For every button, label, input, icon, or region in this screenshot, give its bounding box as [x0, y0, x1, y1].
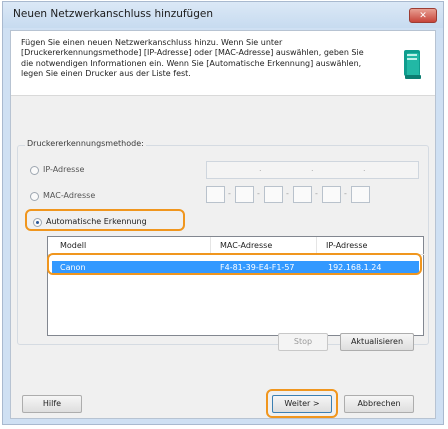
mac-octet-field [206, 186, 225, 203]
cancel-button[interactable]: Abbrechen [344, 395, 414, 413]
ip-address-field: . . . [206, 161, 419, 179]
close-button[interactable]: ✕ [409, 8, 437, 23]
printer-list[interactable]: Modell MAC-Adresse IP-Adresse Canon F4-8… [47, 236, 424, 336]
mac-separator: - [228, 189, 231, 198]
title-bar[interactable]: Neuen Netzwerkanschluss hinzufügen ✕ [3, 2, 443, 28]
mac-octet-field [322, 186, 341, 203]
header-panel: Fügen Sie einen neuen Netzwerkanschluss … [11, 31, 435, 96]
computer-icon [404, 50, 421, 79]
column-mac[interactable]: MAC-Adresse [220, 241, 272, 250]
help-button[interactable]: Hilfe [22, 395, 82, 413]
ip-separator: . [311, 164, 314, 173]
mac-octet-field [293, 186, 312, 203]
description-text: Fügen Sie einen neuen Netzwerkanschluss … [21, 38, 364, 79]
detection-method-label: Druckererkennungsmethode: [25, 139, 146, 148]
ip-separator: . [259, 164, 262, 173]
column-model[interactable]: Modell [60, 241, 86, 250]
stop-button[interactable]: Stop [278, 333, 328, 351]
mac-octet-field [264, 186, 283, 203]
radio-mac-icon[interactable] [30, 192, 39, 201]
window-title: Neuen Netzwerkanschluss hinzufügen [13, 8, 213, 20]
mac-octet-field [235, 186, 254, 203]
refresh-button[interactable]: Aktualisieren [340, 333, 414, 351]
radio-ip-label: IP-Adresse [43, 165, 85, 174]
mac-separator: - [344, 189, 347, 198]
mac-octet-field [351, 186, 370, 203]
ip-separator: . [363, 164, 366, 173]
mac-separator: - [257, 189, 260, 198]
selected-row-highlight [47, 253, 422, 275]
radio-ip-icon[interactable] [30, 166, 39, 175]
mac-separator: - [286, 189, 289, 198]
mac-separator: - [315, 189, 318, 198]
column-divider [210, 237, 211, 254]
column-divider [316, 237, 317, 254]
next-button-highlight [266, 389, 338, 418]
column-ip[interactable]: IP-Adresse [326, 241, 367, 250]
radio-mac-label: MAC-Adresse [43, 191, 96, 200]
auto-detect-highlight [25, 209, 185, 231]
